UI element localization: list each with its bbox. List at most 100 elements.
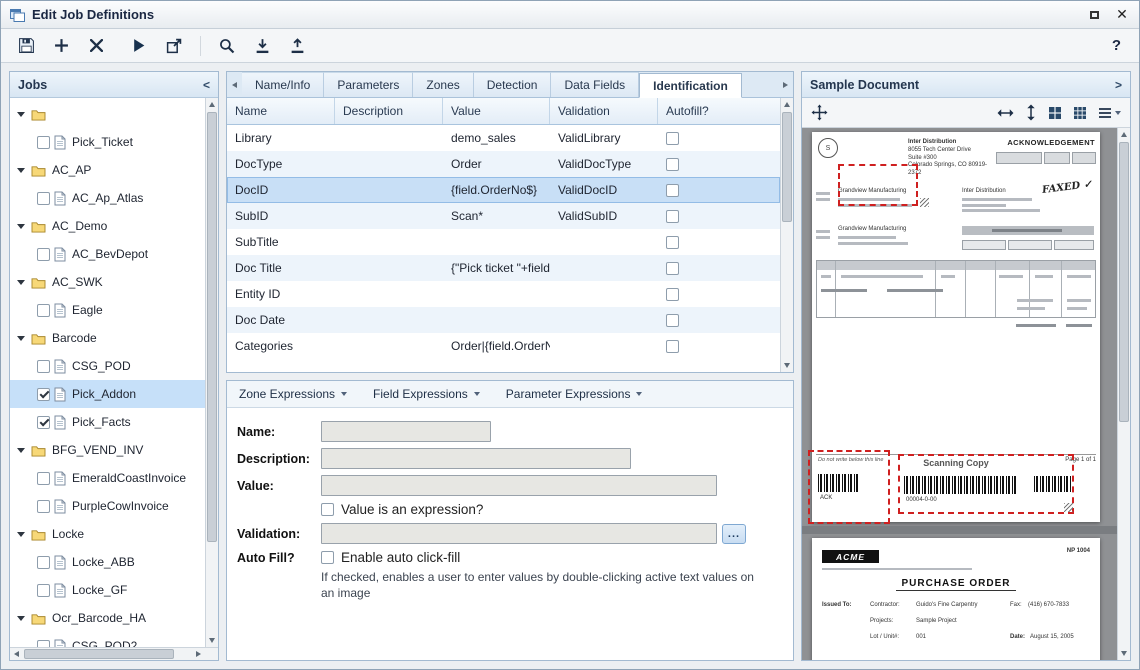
view-menu-button[interactable] (1098, 107, 1121, 119)
search-button[interactable] (212, 33, 242, 59)
tree-job-csg-pod[interactable]: CSG_POD (10, 352, 205, 380)
field-row-subid[interactable]: SubIDScan*ValidSubID (227, 203, 780, 229)
job-checkbox[interactable] (37, 640, 50, 648)
column-header-name[interactable]: Name (227, 98, 335, 124)
tree-folder-ac-swk[interactable]: AC_SWK (10, 268, 205, 296)
tree-folder-barcode[interactable]: Barcode (10, 324, 205, 352)
autofill-checkbox[interactable] (666, 340, 679, 353)
two-page-view-button[interactable] (1048, 106, 1062, 120)
validation-input[interactable] (321, 523, 717, 544)
import-button[interactable] (247, 33, 277, 59)
autofill-checkbox[interactable] (666, 158, 679, 171)
tree-job-ac-bevdepot[interactable]: AC_BevDepot (10, 240, 205, 268)
value-input[interactable] (321, 475, 717, 496)
tree-job-ac-ap-atlas[interactable]: AC_Ap_Atlas (10, 184, 205, 212)
maximize-button[interactable] (1086, 7, 1102, 23)
expander-icon[interactable] (17, 224, 25, 229)
scrollbar-thumb[interactable] (782, 112, 792, 222)
job-checkbox[interactable] (37, 584, 50, 597)
delete-button[interactable] (81, 33, 111, 59)
autofill-checkbox[interactable] (666, 184, 679, 197)
tab-name-info[interactable]: Name/Info (242, 72, 324, 97)
autofill-checkbox[interactable] (666, 236, 679, 249)
field-row-entity-id[interactable]: Entity ID (227, 281, 780, 307)
tab-scroll-left[interactable] (227, 72, 242, 97)
tab-zones[interactable]: Zones (413, 72, 473, 97)
tree-job-locke-gf[interactable]: Locke_GF (10, 576, 205, 604)
tree-folder-root[interactable] (10, 100, 205, 128)
expander-icon[interactable] (17, 448, 25, 453)
expander-icon[interactable] (17, 112, 25, 117)
scrollbar-thumb[interactable] (207, 112, 217, 542)
expand-panel-button[interactable]: > (1115, 78, 1122, 92)
job-checkbox[interactable] (37, 136, 50, 149)
collapse-panel-button[interactable]: < (203, 78, 210, 92)
scroll-up-icon[interactable] (781, 98, 793, 111)
tree-job-csg-pod2[interactable]: CSG_POD2 (10, 632, 205, 647)
tab-data-fields[interactable]: Data Fields (551, 72, 639, 97)
job-checkbox[interactable] (37, 248, 50, 261)
scrollbar-thumb[interactable] (1119, 142, 1129, 422)
preview-vertical-scrollbar[interactable] (1117, 128, 1130, 660)
zone-resize-handle[interactable] (1064, 503, 1073, 512)
tree-folder-locke[interactable]: Locke (10, 520, 205, 548)
pan-button[interactable] (811, 104, 828, 121)
export-button[interactable] (282, 33, 312, 59)
fit-height-button[interactable] (1025, 104, 1037, 121)
save-button[interactable] (11, 33, 41, 59)
job-checkbox[interactable] (37, 472, 50, 485)
scroll-right-icon[interactable] (192, 648, 205, 660)
job-checkbox[interactable] (37, 500, 50, 513)
description-input[interactable] (321, 448, 631, 469)
fit-width-button[interactable] (997, 107, 1014, 119)
expander-icon[interactable] (17, 336, 25, 341)
preview-canvas[interactable]: S Inter Distribution 8055 Tech Center Dr… (802, 128, 1117, 660)
field-row-docid[interactable]: DocID{field.OrderNo$}ValidDocID (227, 177, 780, 203)
job-checkbox[interactable] (37, 556, 50, 569)
column-header-description[interactable]: Description (335, 98, 443, 124)
validation-browse-button[interactable]: ... (722, 524, 746, 544)
expander-icon[interactable] (17, 616, 25, 621)
field-row-doc-title[interactable]: Doc Title{"Pick ticket "+field. (227, 255, 780, 281)
column-header-autofill[interactable]: Autofill? (658, 98, 780, 124)
tree-job-pick-ticket[interactable]: Pick_Ticket (10, 128, 205, 156)
column-header-validation[interactable]: Validation (550, 98, 658, 124)
tree-job-pick-facts[interactable]: Pick_Facts (10, 408, 205, 436)
tree-job-locke-abb[interactable]: Locke_ABB (10, 548, 205, 576)
expander-icon[interactable] (17, 168, 25, 173)
autofill-checkbox[interactable] (666, 132, 679, 145)
jobs-vertical-scrollbar[interactable] (205, 98, 218, 647)
autofill-enable-checkbox[interactable] (321, 551, 334, 564)
help-button[interactable]: ? (1112, 37, 1129, 54)
add-button[interactable] (46, 33, 76, 59)
column-header-value[interactable]: Value (443, 98, 550, 124)
scroll-left-icon[interactable] (10, 648, 23, 660)
tree-job-pick-addon[interactable]: Pick_Addon (10, 380, 205, 408)
table-vertical-scrollbar[interactable] (780, 98, 793, 372)
autofill-checkbox[interactable] (666, 288, 679, 301)
autofill-checkbox[interactable] (666, 314, 679, 327)
expander-icon[interactable] (17, 280, 25, 285)
scrollbar-thumb[interactable] (24, 649, 174, 659)
tree-folder-bfg-vend-inv[interactable]: BFG_VEND_INV (10, 436, 205, 464)
job-checkbox[interactable] (37, 304, 50, 317)
tab-scroll-right[interactable] (778, 72, 793, 97)
scroll-up-icon[interactable] (1118, 128, 1130, 141)
tab-detection[interactable]: Detection (474, 72, 552, 97)
autofill-checkbox[interactable] (666, 210, 679, 223)
zone-rect-barcode-center[interactable] (898, 454, 1074, 514)
scroll-down-icon[interactable] (1118, 647, 1130, 660)
field-row-doctype[interactable]: DocTypeOrderValidDocType (227, 151, 780, 177)
tree-job-eagle[interactable]: Eagle (10, 296, 205, 324)
close-button[interactable]: ✕ (1114, 7, 1130, 23)
zone-rect-barcode-left[interactable] (808, 450, 890, 524)
field-row-library[interactable]: Librarydemo_salesValidLibrary (227, 125, 780, 151)
open-external-button[interactable] (159, 33, 189, 59)
value-expression-checkbox[interactable] (321, 503, 334, 516)
job-checkbox[interactable] (37, 192, 50, 205)
autofill-checkbox[interactable] (666, 262, 679, 275)
field-expressions-menu[interactable]: Field Expressions (373, 387, 480, 401)
scroll-down-icon[interactable] (781, 359, 793, 372)
scroll-down-icon[interactable] (206, 634, 218, 647)
tree-job-emeraldcoastinvoice[interactable]: EmeraldCoastInvoice (10, 464, 205, 492)
